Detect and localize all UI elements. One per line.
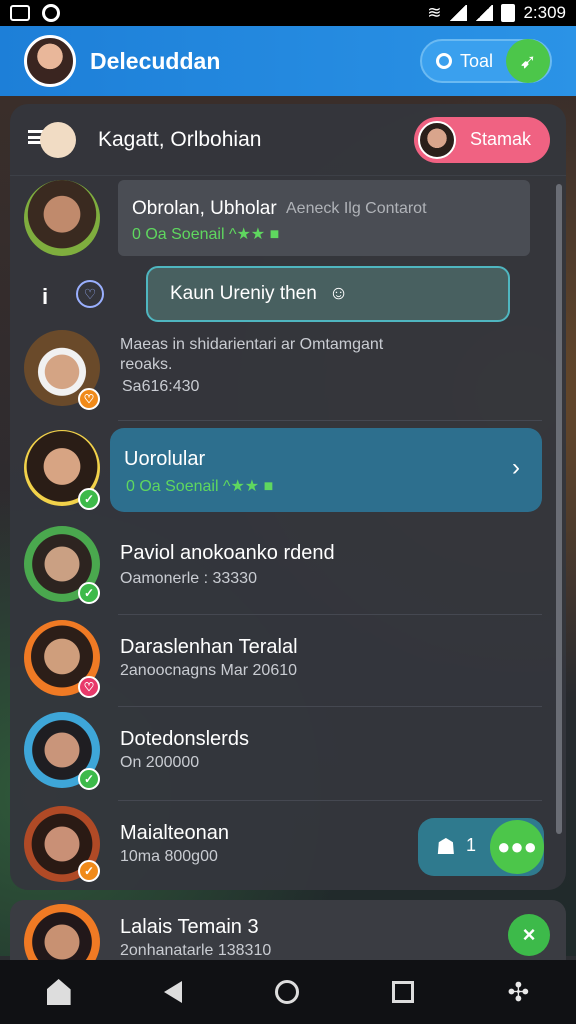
divider xyxy=(118,420,542,421)
close-icon: × xyxy=(522,922,536,947)
contact-name: Dotedonslerds xyxy=(120,728,249,750)
contact-extra: Aeneck Ilg Contarot xyxy=(286,200,427,217)
gallery-icon xyxy=(10,5,30,21)
home-icon[interactable] xyxy=(46,979,71,1005)
app-title: Delecuddan xyxy=(90,47,221,74)
status-bar: ≋ 2:309 xyxy=(0,0,576,26)
avatar[interactable] xyxy=(24,904,100,960)
contact-name: Maeas in shidarientari ar Omtamgant xyxy=(120,336,384,353)
status-time: 2:309 xyxy=(523,3,566,22)
contact-status: 0 Oa Soenail ^★★ ■ xyxy=(132,226,280,243)
contact-name: Obrolan, Ubholar xyxy=(132,198,277,219)
contact-status: 0 Oa Soenail ^★★ ■ xyxy=(126,478,274,495)
home-circle-icon[interactable] xyxy=(275,980,300,1004)
status-badge: ♡ xyxy=(78,388,100,410)
contact-name-continued: reoaks. xyxy=(120,356,173,373)
back-icon[interactable] xyxy=(163,981,182,1003)
contact-name: Paviol anokoanko rdend xyxy=(120,542,335,564)
contact-status: 2onhanatarle 138310 xyxy=(120,942,272,959)
info-icon[interactable]: i xyxy=(42,284,48,310)
search-text: Toal xyxy=(460,50,494,71)
search-button[interactable]: Toal ➹ xyxy=(420,39,552,83)
start-button-label: Stamak xyxy=(470,129,532,149)
start-avatar xyxy=(418,120,456,159)
chat-bubble-icon: ●●● xyxy=(497,834,537,859)
contact-status: 10ma 800g00 xyxy=(120,848,218,865)
leaf-icon: ➹ xyxy=(519,50,537,73)
start-button[interactable]: Stamak xyxy=(414,116,550,163)
avatar[interactable] xyxy=(24,180,100,256)
wifi-icon: ≋ xyxy=(427,3,442,22)
contact-name: Lalais Temain 3 xyxy=(120,916,259,938)
reply-text: Kaun Ureniy then xyxy=(170,283,317,304)
contact-status: 2anoocnagns Mar 20610 xyxy=(120,662,298,679)
app-bar: Delecuddan Toal ➹ xyxy=(0,26,576,96)
heart-icon[interactable]: ♡ xyxy=(76,280,104,308)
group-count: 1 xyxy=(466,835,477,855)
people-icon: ☗ xyxy=(436,834,456,859)
bottom-chat-card[interactable]: Lalais Temain 3 2onhanatarle 138310 × xyxy=(10,900,566,960)
recents-icon[interactable] xyxy=(392,981,415,1003)
clover-icon[interactable]: ✣ xyxy=(508,977,530,1008)
contact-name: Maialteonan xyxy=(120,822,229,844)
new-chat-button[interactable]: ●●● xyxy=(490,820,544,874)
contact-status: On 200000 xyxy=(120,754,200,771)
chevron-right-icon[interactable]: › xyxy=(512,454,520,482)
reply-bubble[interactable]: Kaun Ureniy then ☺ xyxy=(146,266,510,322)
panel-title: Kagatt, Orlbohian xyxy=(98,127,262,151)
notification-icon xyxy=(42,4,60,22)
search-icon xyxy=(436,53,452,69)
status-badge: ✓ xyxy=(78,488,100,510)
navigation-bar: ✣ xyxy=(0,960,576,1024)
divider xyxy=(118,800,542,801)
status-badge: ✓ xyxy=(78,860,100,882)
emoji-icon: ☺ xyxy=(328,283,349,304)
contact-status: Sa616:430 xyxy=(122,378,200,395)
signal-icon-2 xyxy=(475,5,494,21)
scrollbar[interactable] xyxy=(556,184,562,834)
close-button[interactable]: × xyxy=(508,914,550,956)
contact-name: Daraslenhan Teralal xyxy=(120,636,298,658)
contact-name: Uorolular xyxy=(124,448,206,470)
face-icon xyxy=(40,121,76,158)
panel-header: Kagatt, Orlbohian Stamak xyxy=(10,104,566,176)
status-badge: ♡ xyxy=(78,676,100,698)
profile-avatar[interactable] xyxy=(24,35,76,87)
status-badge: ✓ xyxy=(78,582,100,604)
divider xyxy=(118,614,542,615)
signal-icon xyxy=(449,5,468,21)
divider xyxy=(118,706,542,707)
leaf-button[interactable]: ➹ xyxy=(506,39,550,83)
menu-button[interactable] xyxy=(26,118,76,162)
contact-status: Oamonerle : 33330 xyxy=(120,570,257,587)
chat-panel: Kagatt, Orlbohian Stamak Obrolan, Ubhola… xyxy=(10,104,566,890)
battery-icon xyxy=(501,4,516,22)
status-badge: ✓ xyxy=(78,768,100,790)
